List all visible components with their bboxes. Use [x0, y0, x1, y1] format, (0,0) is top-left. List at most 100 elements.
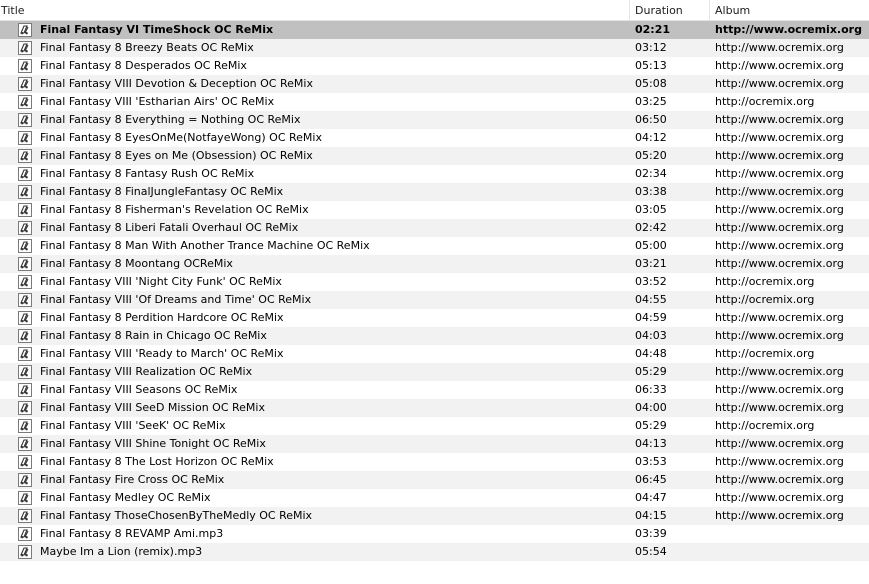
track-album: http://www.ocremix.org: [715, 77, 844, 90]
track-row[interactable]: Final Fantasy 8 Man With Another Trance …: [0, 237, 869, 255]
track-row[interactable]: Final Fantasy 8 Breezy Beats OC ReMix 03:…: [0, 39, 869, 57]
track-album: http://www.ocremix.org: [715, 59, 844, 72]
track-duration: 03:25: [635, 95, 667, 108]
track-duration: 04:47: [635, 491, 667, 504]
track-row[interactable]: Final Fantasy 8 The Lost Horizon OC ReMi…: [0, 453, 869, 471]
track-row[interactable]: Final Fantasy 8 Moontang OCReMix 03:21 htt…: [0, 255, 869, 273]
track-title: Final Fantasy 8 Breezy Beats OC ReMix: [40, 41, 254, 54]
track-row[interactable]: Final Fantasy VIII Devotion & Deception …: [0, 75, 869, 93]
track-duration: 03:39: [635, 527, 667, 540]
track-row[interactable]: Final Fantasy 8 Liberi Fatali Overhaul O…: [0, 219, 869, 237]
track-title: Final Fantasy VIII 'Ready to March' OC R…: [40, 347, 284, 360]
audio-file-icon: [18, 203, 32, 217]
audio-file-icon: [18, 383, 32, 397]
track-row[interactable]: Final Fantasy 8 EyesOnMe(NotfayeWong) OC…: [0, 129, 869, 147]
track-title: Final Fantasy ThoseChosenByTheMedly OC R…: [40, 509, 313, 522]
track-duration: 04:03: [635, 329, 667, 342]
track-list: Final Fantasy VI TimeShock OC ReMix 02:21…: [0, 21, 869, 561]
track-album: http://www.ocremix.org: [715, 221, 844, 234]
audio-file-icon: [18, 167, 32, 181]
track-row[interactable]: Final Fantasy 8 REVAMP Ami.mp3 03:39: [0, 525, 869, 543]
track-album: http://www.ocremix.org: [715, 365, 844, 378]
track-title: Final Fantasy 8 FinalJungleFantasy OC Re…: [40, 185, 284, 198]
track-album: http://www.ocremix.org: [715, 329, 844, 342]
track-album: http://www.ocremix.org: [715, 23, 862, 36]
audio-file-icon: [18, 329, 32, 343]
track-title: Maybe Im a Lion (remix).mp3: [40, 545, 203, 558]
track-album: http://www.ocremix.org: [715, 203, 844, 216]
audio-file-icon: [18, 491, 32, 505]
track-row[interactable]: Final Fantasy Medley OC ReMix 04:47 http:/…: [0, 489, 869, 507]
audio-file-icon: [18, 113, 32, 127]
track-album: http://www.ocremix.org: [715, 455, 844, 468]
audio-file-icon: [18, 455, 32, 469]
track-row[interactable]: Final Fantasy 8 Desperados OC ReMix 05:13…: [0, 57, 869, 75]
track-album: http://www.ocremix.org: [715, 239, 844, 252]
track-album: http://www.ocremix.org: [715, 131, 844, 144]
column-header-duration[interactable]: Duration: [630, 0, 710, 20]
track-row[interactable]: Final Fantasy VIII Seasons OC ReMix 06:33…: [0, 381, 869, 399]
track-title: Final Fantasy 8 Man With Another Trance …: [40, 239, 370, 252]
track-duration: 03:52: [635, 275, 667, 288]
track-title: Final Fantasy Fire Cross OC ReMix: [40, 473, 225, 486]
track-album: http://www.ocremix.org: [715, 509, 844, 522]
track-duration: 06:45: [635, 473, 667, 486]
audio-file-icon: [18, 77, 32, 91]
track-title: Final Fantasy VIII Shine Tonight OC ReMi…: [40, 437, 266, 450]
track-row[interactable]: Final Fantasy VIII Realization OC ReMix 0…: [0, 363, 869, 381]
audio-file-icon: [18, 311, 32, 325]
audio-file-icon: [18, 527, 32, 541]
track-row[interactable]: Final Fantasy 8 Eyes on Me (Obsession) O…: [0, 147, 869, 165]
track-row[interactable]: Final Fantasy ThoseChosenByTheMedly OC R…: [0, 507, 869, 525]
track-duration: 05:29: [635, 365, 667, 378]
track-row[interactable]: Final Fantasy 8 FinalJungleFantasy OC Re…: [0, 183, 869, 201]
track-row[interactable]: Final Fantasy VIII 'SeeK' OC ReMix 05:29 h…: [0, 417, 869, 435]
track-album: http://www.ocremix.org: [715, 491, 844, 504]
audio-file-icon: [18, 131, 32, 145]
track-title: Final Fantasy 8 Eyes on Me (Obsession) O…: [40, 149, 313, 162]
track-row[interactable]: Final Fantasy VIII 'Night City Funk' OC …: [0, 273, 869, 291]
track-row[interactable]: Maybe Im a Lion (remix).mp3 05:54: [0, 543, 869, 561]
track-row[interactable]: Final Fantasy 8 Rain in Chicago OC ReMix…: [0, 327, 869, 345]
track-title: Final Fantasy 8 Rain in Chicago OC ReMix: [40, 329, 267, 342]
track-row[interactable]: Final Fantasy 8 Everything = Nothing OC …: [0, 111, 869, 129]
audio-file-icon: [18, 41, 32, 55]
track-duration: 03:05: [635, 203, 667, 216]
track-row[interactable]: Final Fantasy VIII 'Estharian Airs' OC R…: [0, 93, 869, 111]
track-title: Final Fantasy VIII Devotion & Deception …: [40, 77, 313, 90]
track-row[interactable]: Final Fantasy VI TimeShock OC ReMix 02:21…: [0, 21, 869, 39]
audio-file-icon: [18, 401, 32, 415]
column-header-title[interactable]: Title: [0, 0, 630, 20]
audio-file-icon: [18, 509, 32, 523]
track-title: Final Fantasy 8 EyesOnMe(NotfayeWong) OC…: [40, 131, 322, 144]
track-row[interactable]: Final Fantasy VIII 'Of Dreams and Time' …: [0, 291, 869, 309]
audio-file-icon: [18, 239, 32, 253]
track-album: http://www.ocremix.org: [715, 473, 844, 486]
track-row[interactable]: Final Fantasy 8 Fantasy Rush OC ReMix 02:…: [0, 165, 869, 183]
track-title: Final Fantasy VIII SeeD Mission OC ReMix: [40, 401, 265, 414]
track-duration: 04:12: [635, 131, 667, 144]
track-duration: 02:21: [635, 23, 671, 36]
track-duration: 03:53: [635, 455, 667, 468]
track-row[interactable]: Final Fantasy 8 Perdition Hardcore OC Re…: [0, 309, 869, 327]
track-album: http://www.ocremix.org: [715, 41, 844, 54]
audio-file-icon: [18, 293, 32, 307]
track-duration: 06:50: [635, 113, 667, 126]
track-row[interactable]: Final Fantasy VIII 'Ready to March' OC R…: [0, 345, 869, 363]
track-duration: 05:08: [635, 77, 667, 90]
track-duration: 04:15: [635, 509, 667, 522]
audio-file-icon: [18, 257, 32, 271]
track-album: http://www.ocremix.org: [715, 383, 844, 396]
track-row[interactable]: Final Fantasy VIII SeeD Mission OC ReMix…: [0, 399, 869, 417]
track-album: http://ocremix.org: [715, 419, 815, 432]
track-duration: 03:12: [635, 41, 667, 54]
track-title: Final Fantasy 8 Liberi Fatali Overhaul O…: [40, 221, 299, 234]
track-row[interactable]: Final Fantasy 8 Fisherman's Revelation O…: [0, 201, 869, 219]
track-album: http://ocremix.org: [715, 293, 815, 306]
column-header-album[interactable]: Album: [710, 0, 869, 20]
track-duration: 03:38: [635, 185, 667, 198]
track-album: http://www.ocremix.org: [715, 311, 844, 324]
track-row[interactable]: Final Fantasy VIII Shine Tonight OC ReMi…: [0, 435, 869, 453]
track-row[interactable]: Final Fantasy Fire Cross OC ReMix 06:45 ht…: [0, 471, 869, 489]
track-duration: 05:00: [635, 239, 667, 252]
